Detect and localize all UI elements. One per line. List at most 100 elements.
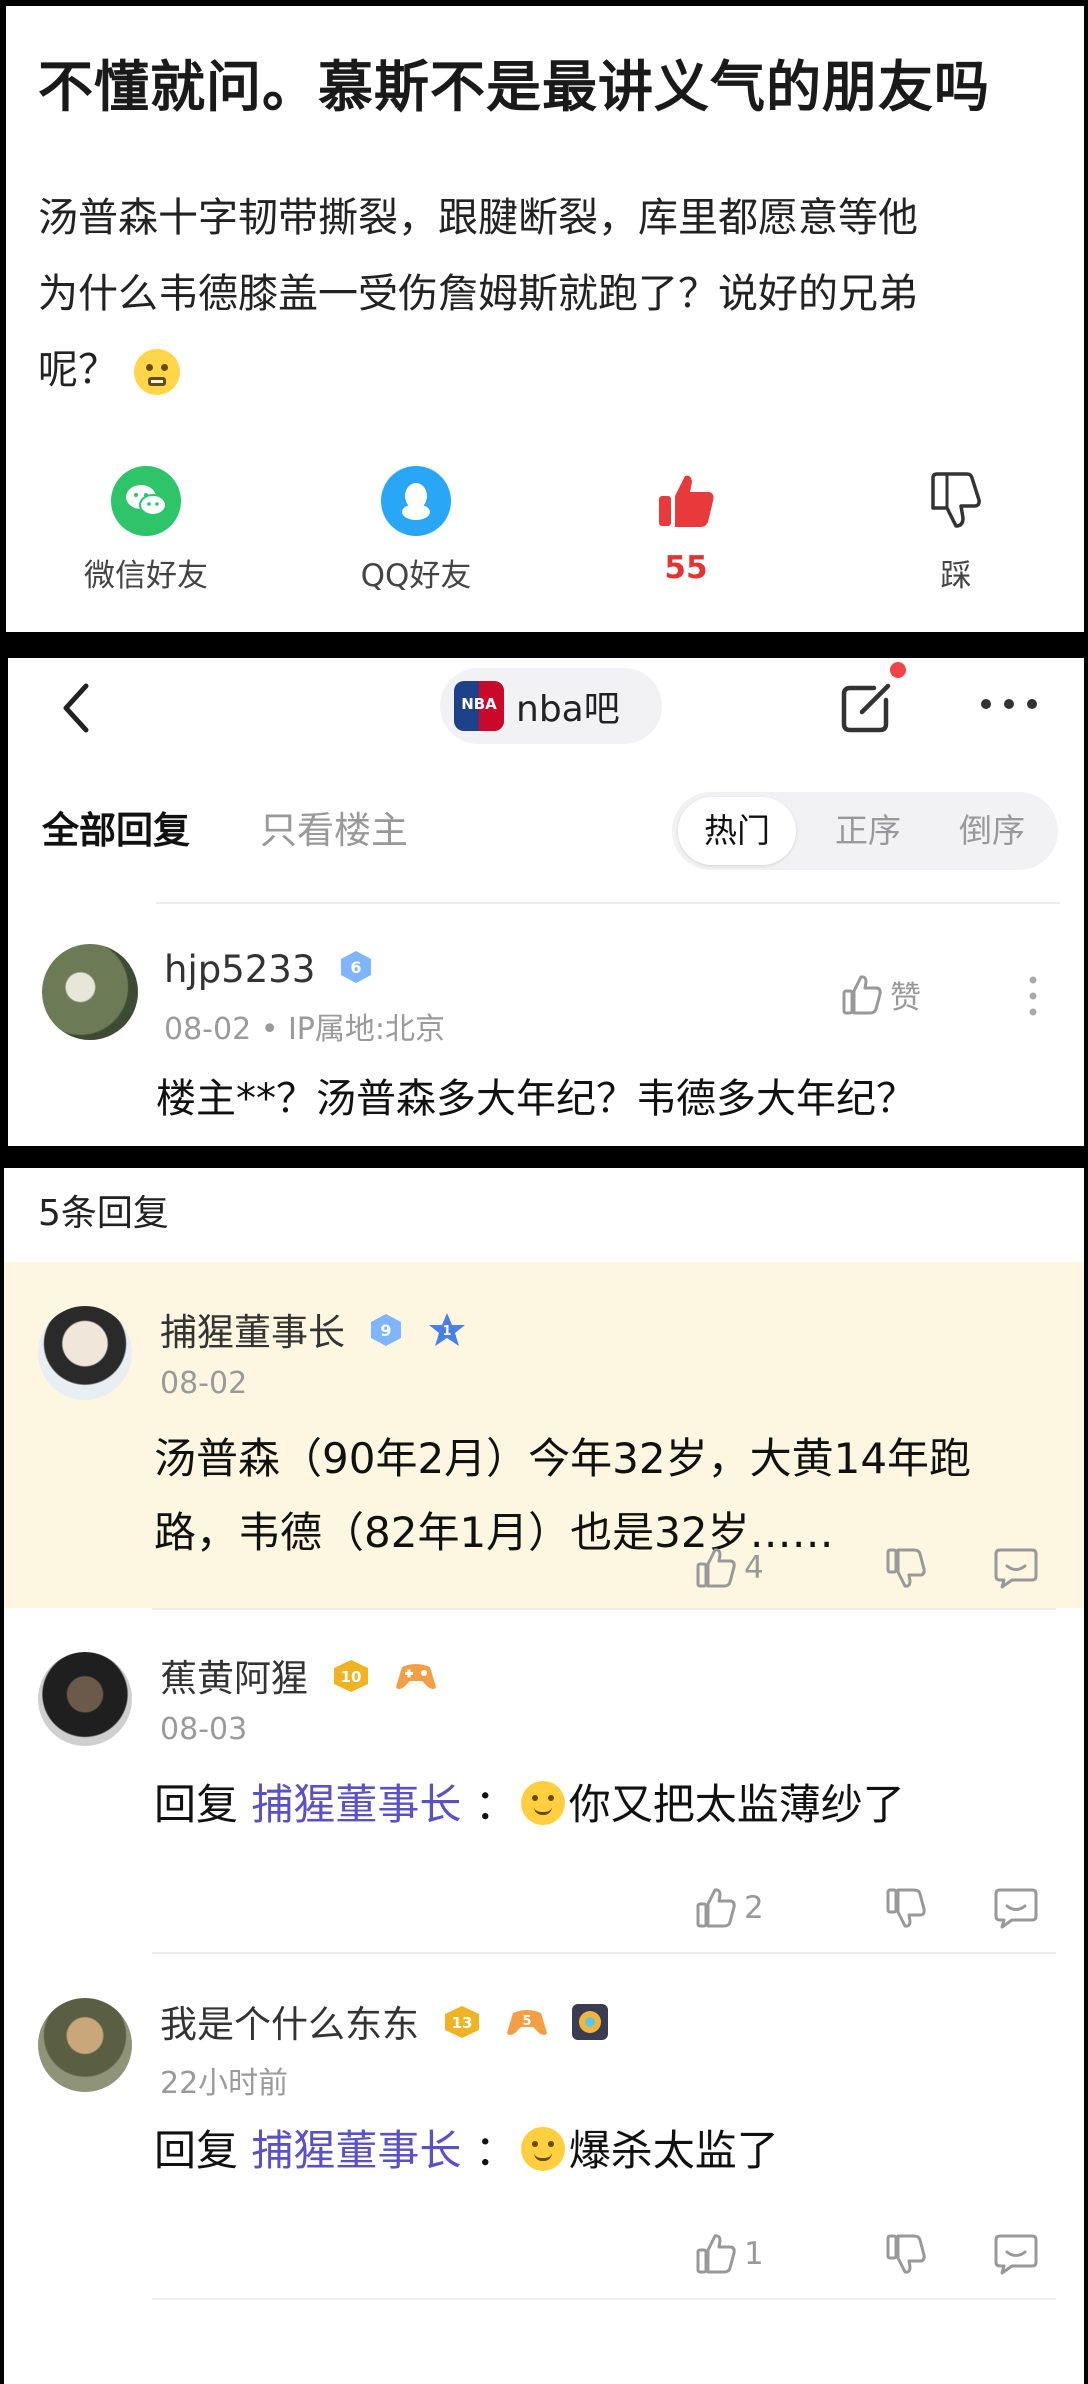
reply-like-button[interactable]: 2 [694, 1886, 764, 1930]
thumbs-up-icon [842, 974, 882, 1014]
post-body-line: 呢？ [38, 347, 118, 393]
thread-panel: NBA nba吧 全部回复 只看楼主 热门 正序 倒序 hjp5233 6 08… [8, 658, 1084, 1146]
fearful-face-emoji-icon [134, 349, 180, 395]
reply-content: 爆杀太监了 [568, 2126, 779, 2175]
post-dislike-button[interactable]: 踩 [856, 466, 1056, 595]
reply-item: 我是个什么东东 13 5 22小时前 回复 捕猩董事长 ： 爆杀太监了 1 [4, 1954, 1084, 2300]
edit-post-icon[interactable] [834, 670, 904, 740]
share-qq-label: QQ好友 [360, 558, 472, 594]
back-chevron-icon[interactable] [52, 678, 102, 738]
game-controller-icon: 5 [505, 2005, 549, 2048]
reply-time: 08-03 [160, 1712, 248, 1747]
game-controller-icon [394, 1659, 438, 1702]
thumbs-down-icon [921, 466, 991, 536]
avatar[interactable] [38, 1652, 132, 1746]
share-wechat-button[interactable]: 微信好友 [46, 466, 246, 595]
post-dislike-label: 踩 [940, 558, 972, 594]
divider [152, 1608, 1056, 1610]
level-badge-icon: 10 [330, 1658, 372, 1703]
reply-like-count: 4 [744, 1550, 764, 1586]
divider [156, 902, 1060, 904]
reply-item: 捕猩董事长 9 1 08-02 汤普森（90年2月）今年32岁，大黄14年跑 路… [4, 1262, 1084, 1608]
reply-comment-icon[interactable] [992, 1546, 1040, 1594]
svg-text:9: 9 [380, 1321, 391, 1340]
star-badge-icon: 1 [427, 1311, 467, 1358]
share-qq-button[interactable]: QQ好友 [316, 466, 516, 595]
post-body-line: 汤普森十字韧带撕裂，跟腱断裂，库里都愿意等他 [38, 195, 918, 241]
reply-text: 回复 捕猩董事长 ： 你又把太监薄纱了 [154, 1768, 1034, 1842]
replies-panel: 5条回复 捕猩董事长 9 1 08-02 汤普森（90年2月）今年32岁，大黄1… [4, 1168, 1084, 2384]
comment-like-button[interactable]: 赞 [840, 972, 921, 1017]
post-body-line: 为什么韦德膝盖一受伤詹姆斯就跑了？说好的兄弟 [38, 271, 918, 317]
mention-link[interactable]: 捕猩董事长 [251, 1780, 461, 1829]
reply-comment-icon[interactable] [992, 1886, 1040, 1934]
reply-colon: ： [474, 1780, 517, 1829]
reply-dislike-icon[interactable] [884, 1886, 928, 1934]
reply-username[interactable]: 我是个什么东东 13 5 [160, 1994, 610, 2051]
reply-like-count: 2 [744, 1890, 764, 1926]
reply-like-button[interactable]: 4 [694, 1546, 764, 1590]
forum-name-pill[interactable]: NBA nba吧 [440, 668, 662, 744]
svg-text:1: 1 [442, 1324, 451, 1339]
reply-prefix: 回复 [154, 1780, 239, 1829]
level-badge-icon: 13 [441, 2004, 483, 2049]
reply-dislike-icon[interactable] [884, 1546, 928, 1594]
mention-link[interactable]: 捕猩董事长 [251, 2126, 461, 2175]
sort-toggle: 热门 正序 倒序 [672, 792, 1058, 870]
reply-comment-icon[interactable] [992, 2232, 1040, 2280]
sort-asc-button[interactable]: 正序 [818, 792, 918, 870]
comment-text: 楼主**？汤普森多大年纪？韦德多大年纪？ [156, 1076, 916, 1122]
more-options-icon[interactable] [974, 692, 1044, 716]
reply-dislike-icon[interactable] [884, 2232, 928, 2280]
avatar[interactable] [38, 1998, 132, 2092]
share-wechat-label: 微信好友 [84, 558, 208, 594]
thumbs-up-icon [696, 1888, 736, 1928]
avatar[interactable] [42, 944, 138, 1040]
notification-dot [890, 662, 906, 678]
svg-text:5: 5 [522, 2014, 531, 2029]
post-panel: 不懂就问。慕斯不是最讲义气的朋友吗 汤普森十字韧带撕裂，跟腱断裂，库里都愿意等他… [6, 6, 1084, 632]
forum-name: nba吧 [516, 689, 620, 730]
avatar[interactable] [38, 1306, 132, 1400]
replies-count: 5条回复 [38, 1193, 169, 1234]
reply-time: 22小时前 [160, 2066, 289, 2101]
comment-username[interactable]: hjp5233 6 [164, 948, 375, 994]
svg-text:10: 10 [340, 1668, 361, 1686]
grinning-face-emoji-icon [520, 2127, 565, 2171]
reply-time: 08-02 [160, 1366, 248, 1401]
svg-text:6: 6 [351, 958, 362, 977]
laughing-face-emoji-icon [520, 1781, 565, 1825]
level-badge-icon: 9 [367, 1312, 405, 1357]
qq-penguin-icon [381, 466, 451, 536]
share-row: 微信好友 QQ好友 55 踩 [6, 466, 1084, 606]
level-badge-icon: 6 [337, 949, 375, 994]
reply-colon: ： [474, 2126, 517, 2175]
comment-more-icon[interactable] [1028, 974, 1038, 1018]
thumbs-up-icon [696, 2234, 736, 2274]
reply-username[interactable]: 蕉黄阿猩 10 [160, 1648, 438, 1703]
post-like-button[interactable]: 55 [586, 466, 786, 586]
svg-text:13: 13 [451, 2014, 472, 2032]
divider [152, 2298, 1056, 2300]
gear-badge-icon [570, 2002, 610, 2051]
post-body-line-last: 呢？ [38, 332, 1048, 408]
post-body: 汤普森十字韧带撕裂，跟腱断裂，库里都愿意等他 为什么韦德膝盖一受伤詹姆斯就跑了？… [38, 180, 1048, 408]
sort-desc-button[interactable]: 倒序 [942, 792, 1042, 870]
tab-all-replies[interactable]: 全部回复 [42, 800, 190, 854]
reply-text-line: 汤普森（90年2月）今年32岁，大黄14年跑 [154, 1434, 972, 1483]
reply-username[interactable]: 捕猩董事长 9 1 [160, 1302, 467, 1358]
thumbs-up-icon [696, 1548, 736, 1588]
nba-logo-icon: NBA [454, 681, 504, 731]
reply-text: 回复 捕猩董事长 ： 爆杀太监了 [154, 2114, 1034, 2188]
reply-prefix: 回复 [154, 2126, 239, 2175]
tab-op-only[interactable]: 只看楼主 [260, 800, 408, 854]
reply-content: 你又把太监薄纱了 [568, 1780, 905, 1829]
post-title: 不懂就问。慕斯不是最讲义气的朋友吗 [38, 55, 991, 119]
post-like-count: 55 [664, 550, 708, 586]
sort-hot-button[interactable]: 热门 [678, 797, 796, 865]
reply-item: 蕉黄阿猩 10 08-03 回复 捕猩董事长 ： 你又把太监薄纱了 2 [4, 1608, 1084, 1954]
comment-meta: 08-02 • IP属地:北京 [164, 1012, 445, 1047]
comment-like-label: 赞 [890, 980, 921, 1016]
reply-like-button[interactable]: 1 [694, 2232, 764, 2276]
wechat-icon [111, 466, 181, 536]
